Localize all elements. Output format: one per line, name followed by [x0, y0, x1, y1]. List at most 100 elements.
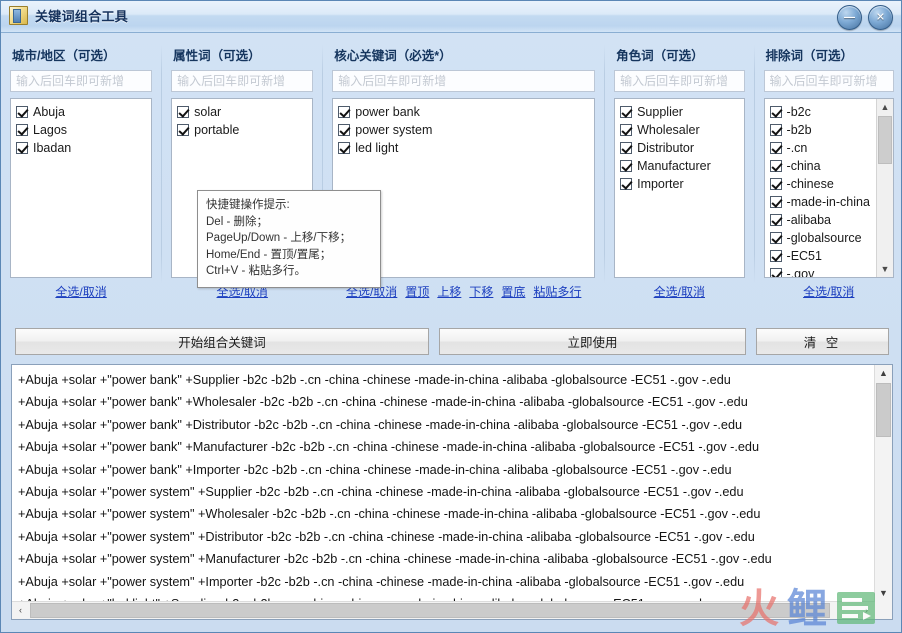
listbox-items: power bank power system led light: [333, 99, 594, 157]
link-core-4[interactable]: 置底: [501, 285, 525, 299]
shortcut-tooltip: 快捷键操作提示: Del - 删除； PageUp/Down - 上移/下移； Hom…: [197, 190, 381, 288]
column-links-city: 全选/取消: [10, 283, 152, 300]
list-item[interactable]: -china: [769, 157, 875, 175]
list-item[interactable]: power bank: [338, 103, 591, 121]
scroll-down-icon[interactable]: ▼: [875, 585, 892, 602]
listbox-items: Abuja Lagos Ibadan: [11, 99, 151, 157]
add-keyword-input-city[interactable]: [10, 70, 153, 92]
column-links-role: 全选/取消: [614, 283, 744, 300]
add-keyword-input-core[interactable]: [332, 70, 596, 92]
results-vertical-scrollbar[interactable]: ▲ ▼: [874, 365, 892, 602]
scroll-up-icon[interactable]: ▲: [877, 99, 893, 115]
checkbox-icon[interactable]: [769, 268, 782, 277]
checkbox-icon[interactable]: [338, 106, 351, 118]
list-item[interactable]: -alibaba: [769, 211, 875, 229]
column-divider: [753, 45, 755, 283]
list-item[interactable]: -b2b: [769, 121, 875, 139]
list-item-label: -globalsource: [786, 231, 862, 245]
list-item[interactable]: Lagos: [16, 121, 148, 139]
checkbox-icon[interactable]: [338, 142, 351, 154]
checkbox-icon[interactable]: [177, 124, 190, 136]
result-line: +Abuja +solar +"power bank" +Wholesaler …: [18, 395, 748, 410]
results-textarea[interactable]: +Abuja +solar +"power bank" +Supplier -b…: [11, 364, 893, 620]
list-item[interactable]: Manufacturer: [620, 157, 740, 175]
list-item[interactable]: Importer: [620, 175, 740, 193]
column-divider: [161, 45, 163, 283]
checkbox-icon[interactable]: [769, 250, 782, 262]
list-item[interactable]: -b2c: [769, 103, 875, 121]
link-city-0[interactable]: 全选/取消: [55, 285, 106, 299]
checkbox-icon[interactable]: [16, 106, 28, 118]
keyword-listbox-exclude[interactable]: -b2c -b2b -.cn -china -chinese -made-in-china…: [763, 98, 894, 278]
checkbox-icon[interactable]: [16, 142, 28, 154]
list-item[interactable]: Supplier: [620, 103, 740, 121]
checkbox-icon[interactable]: [620, 160, 633, 172]
list-item[interactable]: -globalsource: [769, 229, 875, 247]
use-now-button[interactable]: 立即使用: [439, 328, 746, 355]
list-item[interactable]: -EC51: [769, 247, 875, 265]
checkbox-icon[interactable]: [620, 124, 633, 136]
add-keyword-input-attribute[interactable]: [171, 70, 314, 92]
link-core-5[interactable]: 粘贴多行: [533, 285, 581, 299]
checkbox-icon[interactable]: [620, 106, 633, 118]
results-line-list: +Abuja +solar +"power bank" +Supplier -b…: [12, 365, 875, 602]
link-core-1[interactable]: 置顶: [405, 285, 429, 299]
checkbox-icon[interactable]: [769, 214, 782, 226]
checkbox-icon[interactable]: [769, 142, 782, 154]
list-item[interactable]: Distributor: [620, 139, 740, 157]
scroll-right-icon[interactable]: ›: [858, 602, 875, 619]
keyword-listbox-city[interactable]: Abuja Lagos Ibadan: [10, 98, 153, 278]
scroll-down-icon[interactable]: ▼: [877, 261, 893, 277]
list-item-label: Lagos: [33, 123, 68, 137]
checkbox-icon[interactable]: [620, 142, 633, 154]
result-line: +Abuja +solar +"power system" +Importer …: [18, 574, 745, 589]
checkbox-icon[interactable]: [177, 106, 190, 118]
list-item[interactable]: Ibadan: [16, 139, 148, 157]
list-item[interactable]: led light: [338, 139, 591, 157]
checkbox-icon[interactable]: [16, 124, 28, 136]
list-item[interactable]: -.cn: [769, 139, 875, 157]
checkbox-icon[interactable]: [769, 178, 782, 190]
scroll-left-icon[interactable]: ‹: [12, 602, 29, 619]
tooltip-line: 快捷键操作提示:: [206, 199, 290, 211]
minimize-button[interactable]: —: [837, 5, 862, 30]
listbox-scrollbar-exclude[interactable]: ▲ ▼: [876, 99, 893, 277]
list-item-label: solar: [194, 105, 222, 119]
results-hscroll-thumb[interactable]: [30, 603, 830, 618]
scroll-up-icon[interactable]: ▲: [875, 365, 892, 382]
keyword-listbox-role[interactable]: Supplier Wholesaler Distributor Manufacture…: [614, 98, 745, 278]
checkbox-icon[interactable]: [769, 160, 782, 172]
checkbox-icon[interactable]: [769, 124, 782, 136]
listbox-scroll-thumb[interactable]: [878, 116, 892, 164]
link-core-3[interactable]: 下移: [469, 285, 493, 299]
link-core-2[interactable]: 上移: [437, 285, 461, 299]
list-item-label: -b2c: [786, 105, 811, 119]
list-item[interactable]: -made-in-china: [769, 193, 875, 211]
list-item[interactable]: Abuja: [16, 103, 148, 121]
list-item-label: -alibaba: [786, 213, 832, 227]
start-combine-button[interactable]: 开始组合关键词: [15, 328, 429, 355]
listbox-items: -b2c -b2b -.cn -china -chinese -made-in-china…: [765, 99, 893, 277]
results-vscroll-thumb[interactable]: [876, 383, 891, 437]
listbox-items: Supplier Wholesaler Distributor Manufacture…: [615, 99, 743, 193]
clear-button[interactable]: 清 空: [756, 328, 889, 355]
list-item[interactable]: -.gov: [769, 265, 875, 277]
list-item[interactable]: power system: [338, 121, 591, 139]
list-item[interactable]: -chinese: [769, 175, 875, 193]
list-item[interactable]: portable: [177, 121, 309, 139]
checkbox-icon[interactable]: [769, 232, 782, 244]
link-role-0[interactable]: 全选/取消: [654, 285, 705, 299]
add-keyword-input-role[interactable]: [614, 70, 745, 92]
checkbox-icon[interactable]: [769, 106, 782, 118]
list-item-label: -EC51: [786, 249, 822, 263]
close-button[interactable]: ✕: [868, 5, 893, 30]
list-item[interactable]: solar: [177, 103, 309, 121]
checkbox-icon[interactable]: [338, 124, 351, 136]
list-item-label: Importer: [637, 177, 684, 191]
checkbox-icon[interactable]: [769, 196, 782, 208]
results-horizontal-scrollbar[interactable]: ‹ ›: [12, 601, 875, 619]
link-exclude-0[interactable]: 全选/取消: [803, 285, 854, 299]
list-item[interactable]: Wholesaler: [620, 121, 740, 139]
checkbox-icon[interactable]: [620, 178, 633, 190]
add-keyword-input-exclude[interactable]: [763, 70, 894, 92]
